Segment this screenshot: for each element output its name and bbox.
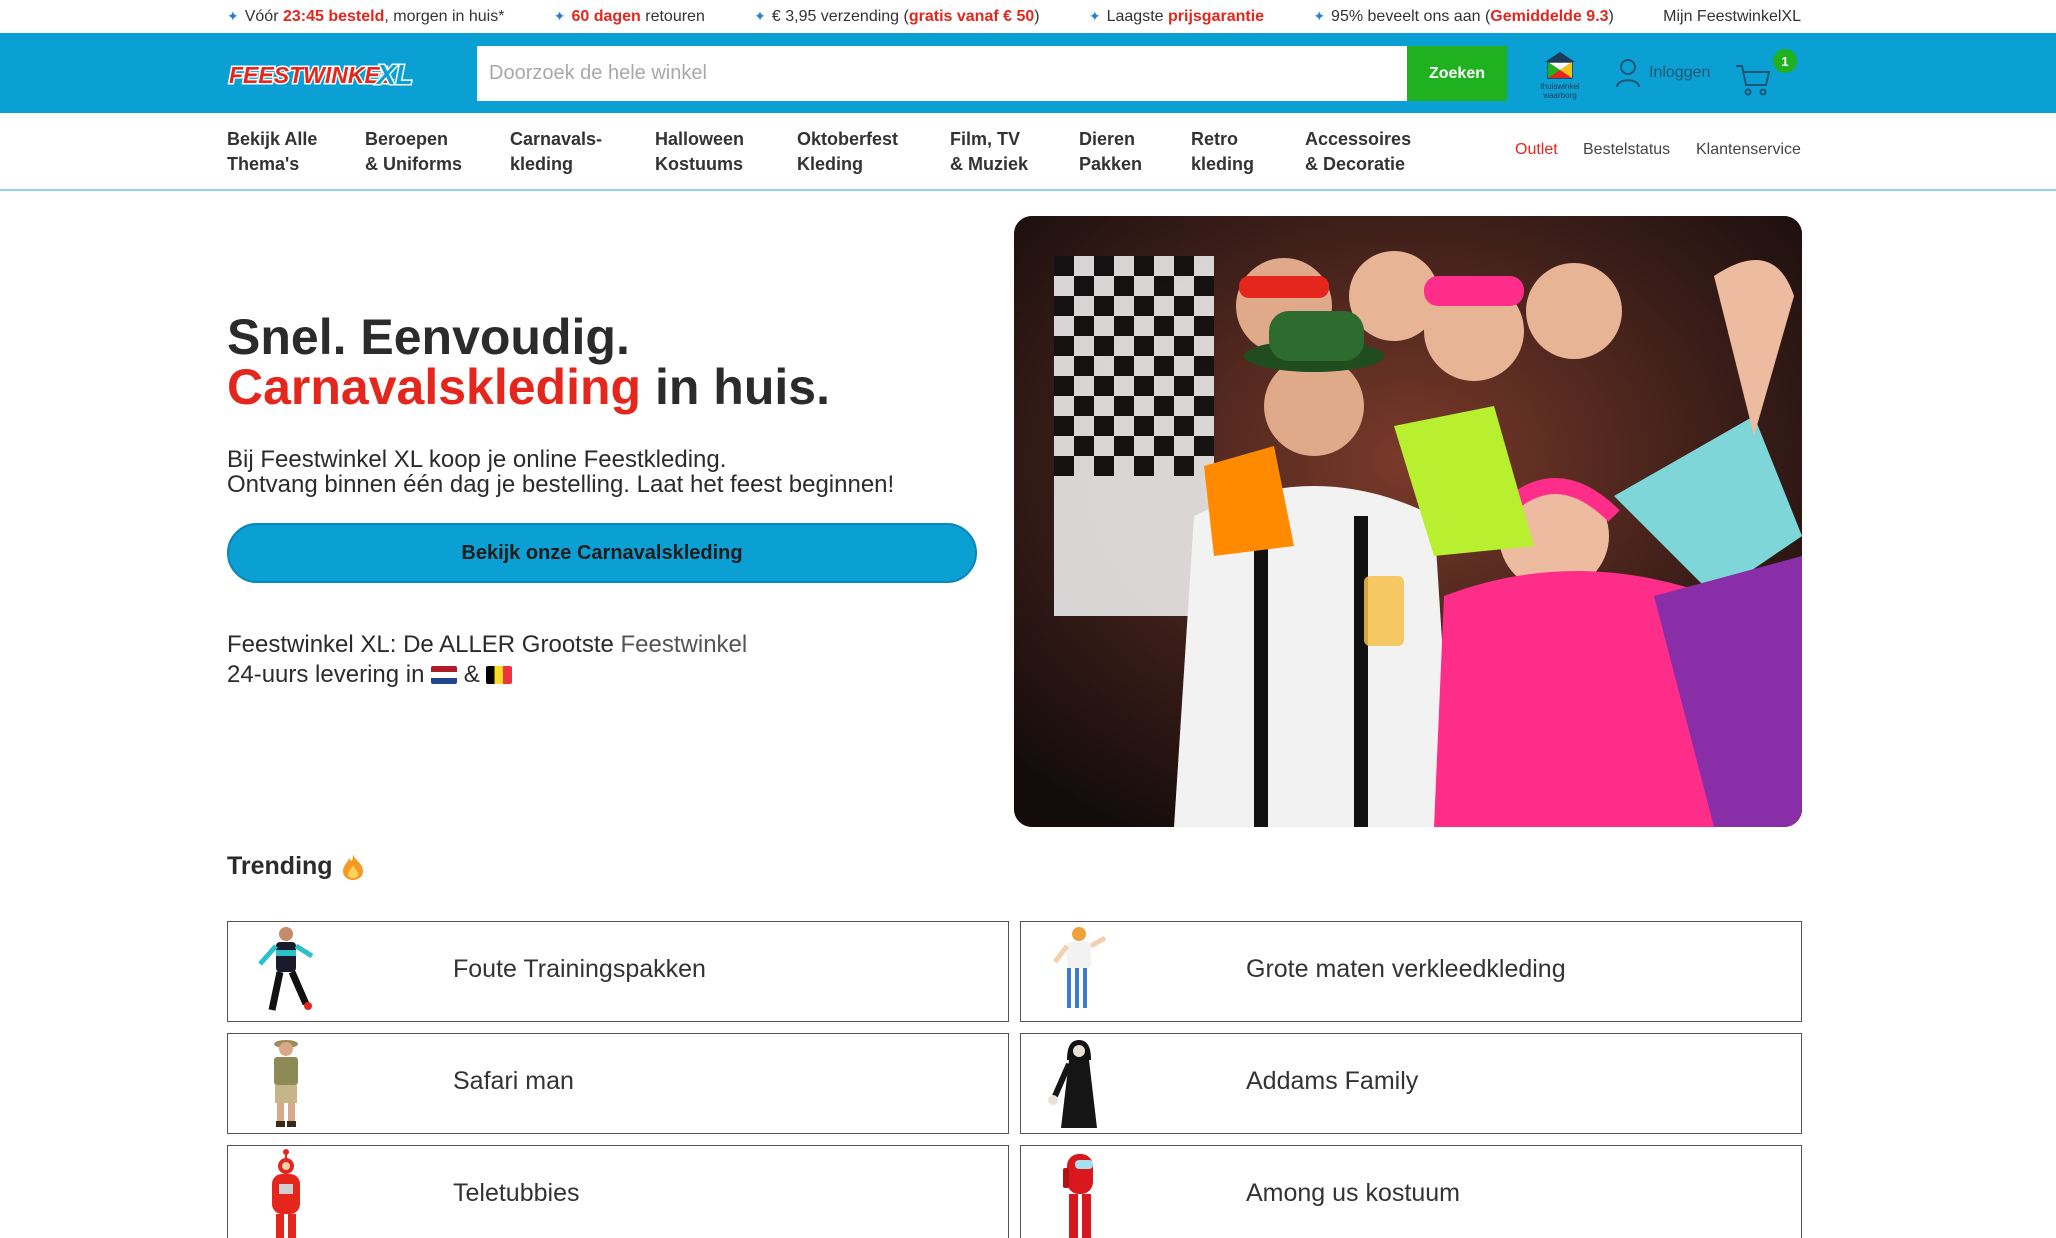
user-icon bbox=[1616, 59, 1640, 88]
usp-rating: ✦ 95% beveelt ons aan (Gemiddelde 9.3) bbox=[1313, 7, 1614, 25]
confetti-icon: ✦ bbox=[227, 8, 239, 24]
nav-item-oktoberfest[interactable]: Oktoberfest Kleding bbox=[797, 127, 898, 177]
among-us-costume-image bbox=[1063, 1154, 1093, 1238]
thuiswinkel-badge[interactable]: thuiswinkel waarborg bbox=[1535, 50, 1585, 100]
nav-item-retro[interactable]: Retro kleding bbox=[1191, 127, 1254, 177]
tracksuit-costume-image bbox=[258, 927, 314, 1011]
feestwinkel-link[interactable]: Feestwinkel bbox=[621, 631, 748, 658]
trending-card-addams[interactable]: Addams Family bbox=[1020, 1033, 1802, 1134]
trending-card-among-us[interactable]: Among us kostuum bbox=[1020, 1145, 1802, 1238]
thuiswinkel-icon bbox=[1545, 52, 1575, 79]
nav-item-halloween[interactable]: Halloween Kostuums bbox=[655, 127, 744, 177]
trending-card-plus-size[interactable]: Grote maten verkleedkleding bbox=[1020, 921, 1802, 1022]
confetti-icon: ✦ bbox=[754, 8, 766, 24]
teletubbies-costume-image bbox=[272, 1149, 300, 1238]
page: ✦ Vóór 23:45 besteld, morgen in huis* ✦ … bbox=[0, 0, 2056, 1238]
search-input[interactable] bbox=[477, 46, 1407, 101]
cart-icon bbox=[1736, 65, 1771, 96]
svg-text:XL: XL bbox=[375, 59, 413, 90]
confetti-icon: ✦ bbox=[553, 8, 566, 24]
nav-item-animal-suits[interactable]: Dieren Pakken bbox=[1079, 127, 1142, 177]
trending-card-tracksuits[interactable]: Foute Trainingspakken bbox=[227, 921, 1009, 1022]
fire-icon bbox=[342, 853, 363, 880]
confetti-icon: ✦ bbox=[1088, 8, 1101, 24]
trending-label: Foute Trainingspakken bbox=[453, 955, 706, 983]
usp-returns: ✦ 60 dagen retouren bbox=[553, 7, 705, 25]
nav-item-accessories[interactable]: Accessoires & Decoratie bbox=[1305, 127, 1411, 177]
cart-count-badge: 1 bbox=[1773, 49, 1797, 73]
hero-note: Feestwinkel XL: De ALLER Grootste Feestw… bbox=[227, 631, 748, 688]
addams-costume-image bbox=[1048, 1040, 1097, 1128]
nav-item-all-themes[interactable]: Bekijk Alle Thema's bbox=[227, 127, 317, 177]
nav-item-professions[interactable]: Beroepen & Uniforms bbox=[365, 127, 462, 177]
hero-title: Snel. Eenvoudig. Carnavalskleding in hui… bbox=[227, 309, 830, 415]
trending-label: Among us kostuum bbox=[1246, 1179, 1460, 1207]
trending-card-teletubbies[interactable]: Teletubbies bbox=[227, 1145, 1009, 1238]
usp-bar: ✦ Vóór 23:45 besteld, morgen in huis* ✦ … bbox=[0, 0, 2056, 33]
my-account-link[interactable]: Mijn FeestwinkelXL bbox=[1663, 8, 1801, 26]
search-button[interactable]: Zoeken bbox=[1407, 46, 1507, 101]
trending-label: Teletubbies bbox=[453, 1179, 580, 1207]
safari-costume-image bbox=[274, 1040, 298, 1127]
confetti-icon: ✦ bbox=[1313, 8, 1326, 24]
nav-order-status[interactable]: Bestelstatus bbox=[1583, 141, 1670, 159]
usp-next-day: ✦ Vóór 23:45 besteld, morgen in huis* bbox=[227, 7, 505, 25]
nav-item-carnival[interactable]: Carnavals-kleding bbox=[510, 127, 602, 177]
nav-outlet[interactable]: Outlet bbox=[1515, 141, 1558, 159]
trending-label: Addams Family bbox=[1246, 1067, 1419, 1095]
cart-button[interactable]: 1 bbox=[1735, 49, 1797, 97]
netherlands-flag-icon bbox=[431, 666, 458, 684]
hero-subtitle: Bij Feestwinkel XL koop je online Feestk… bbox=[227, 446, 895, 498]
plus-size-costume-image bbox=[1053, 927, 1107, 1008]
login-button[interactable]: Inloggen bbox=[1615, 55, 1710, 91]
feestwinkel-logo[interactable]: FEESTWINKEL XL bbox=[227, 53, 415, 93]
nav-item-film-tv[interactable]: Film, TV & Muziek bbox=[950, 127, 1028, 177]
nav-customer-service[interactable]: Klantenservice bbox=[1696, 141, 1801, 159]
svg-text:FEESTWINKEL: FEESTWINKEL bbox=[229, 62, 394, 88]
main-nav: Bekijk Alle Thema's Beroepen & Uniforms Ca… bbox=[0, 113, 2056, 191]
trending-card-safari[interactable]: Safari man bbox=[227, 1033, 1009, 1134]
search-box bbox=[477, 46, 1407, 101]
usp-price-guarantee: ✦ Laagste prijsgarantie bbox=[1088, 7, 1265, 25]
hero-party-photo bbox=[1014, 216, 1802, 827]
header: FEESTWINKEL XL Zoeken thuiswinkel waarbo… bbox=[0, 33, 2056, 113]
carnival-cta-button[interactable]: Bekijk onze Carnavalskleding bbox=[227, 523, 977, 583]
trending-heading: Trending bbox=[227, 852, 365, 881]
trending-label: Safari man bbox=[453, 1067, 574, 1095]
login-label: Inloggen bbox=[1649, 64, 1711, 81]
belgium-flag-icon bbox=[486, 666, 513, 684]
usp-shipping: ✦ € 3,95 verzending (gratis vanaf € 50) bbox=[754, 7, 1040, 25]
trending-label: Grote maten verkleedkleding bbox=[1246, 955, 1566, 983]
